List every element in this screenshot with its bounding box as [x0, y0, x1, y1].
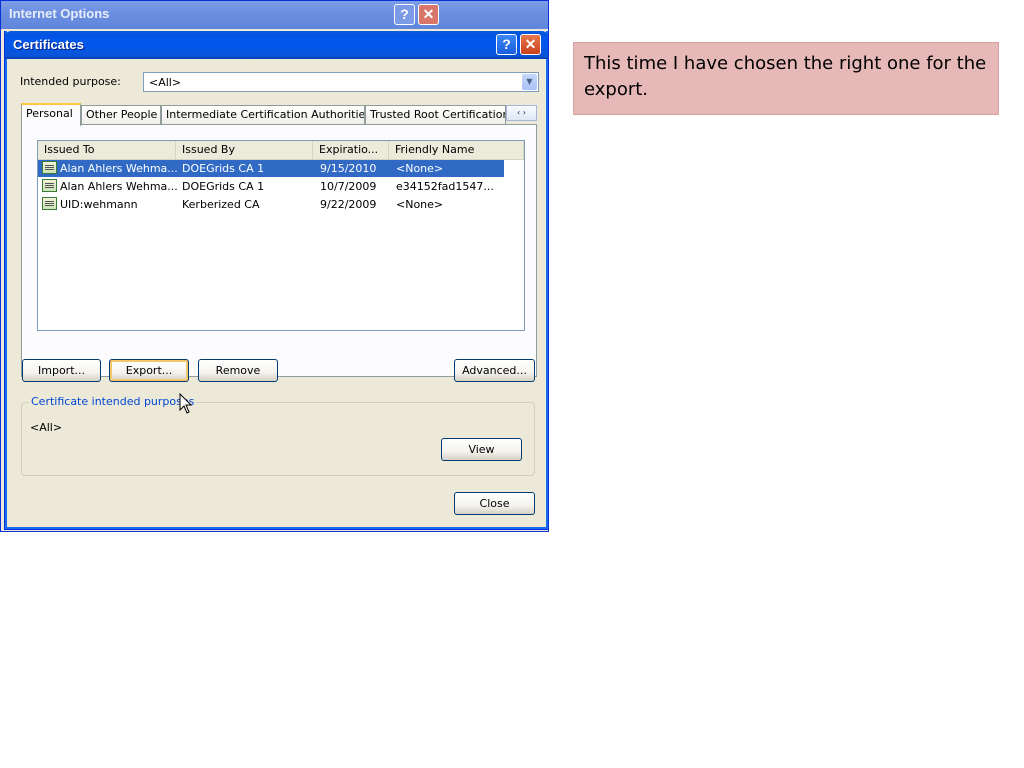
certificates-title-bar[interactable]: Certificates ? ✕: [5, 31, 548, 59]
cell-friendly-name: <None>: [396, 162, 444, 175]
cell-issued-to: Alan Ahlers Wehma...: [60, 180, 178, 193]
export-button[interactable]: Export...: [109, 359, 189, 382]
cell-friendly-name: e34152fad1547...: [396, 180, 494, 193]
certificate-icon: [42, 161, 57, 174]
column-friendly-name[interactable]: Friendly Name: [389, 141, 524, 159]
chevron-down-icon[interactable]: ▼: [522, 74, 537, 90]
intended-purposes-value: <All>: [30, 421, 63, 434]
cell-issued-to: UID:wehmann: [60, 198, 138, 211]
table-row[interactable]: Alan Ahlers Wehma... DOEGrids CA 1 10/7/…: [38, 178, 504, 195]
intended-purposes-group-title: Certificate intended purposes: [29, 395, 197, 408]
cell-issued-by: Kerberized CA: [182, 198, 260, 211]
mouse-pointer-icon: [179, 393, 193, 414]
cell-issued-by: DOEGrids CA 1: [182, 180, 265, 193]
cell-friendly-name: <None>: [396, 198, 444, 211]
column-issued-by[interactable]: Issued By: [176, 141, 313, 159]
annotation-note: This time I have chosen the right one fo…: [573, 42, 999, 115]
tab-intermediate-ca[interactable]: Intermediate Certification Authorities: [161, 105, 365, 124]
view-button[interactable]: View: [441, 438, 522, 461]
intended-purpose-select[interactable]: <All> ▼: [143, 72, 539, 92]
internet-options-title-bar[interactable]: Internet Options ? ✕: [1, 1, 548, 29]
certificate-icon: [42, 179, 57, 192]
certificate-list[interactable]: Issued To Issued By Expiratio... Friendl…: [37, 140, 525, 331]
certificates-dialog: Certificates ? ✕ Intended purpose: <All>…: [4, 31, 549, 530]
internet-options-close-button[interactable]: ✕: [418, 4, 439, 25]
tab-personal[interactable]: Personal: [21, 103, 81, 126]
internet-options-title: Internet Options: [9, 6, 110, 21]
internet-options-help-button[interactable]: ?: [394, 4, 415, 25]
remove-button[interactable]: Remove: [198, 359, 278, 382]
help-button[interactable]: ?: [496, 34, 517, 55]
certificate-icon: [42, 197, 57, 210]
intended-purpose-value: <All>: [149, 76, 182, 89]
certificates-title: Certificates: [13, 37, 84, 52]
cell-issued-to: Alan Ahlers Wehma...: [60, 162, 178, 175]
tab-other-people[interactable]: Other People: [81, 105, 161, 124]
table-row[interactable]: UID:wehmann Kerberized CA 9/22/2009 <Non…: [38, 196, 504, 213]
advanced-button[interactable]: Advanced...: [454, 359, 535, 382]
certificate-tabs: Personal Other People Intermediate Certi…: [21, 103, 537, 126]
cell-issued-by: DOEGrids CA 1: [182, 162, 265, 175]
import-button[interactable]: Import...: [22, 359, 101, 382]
cell-expiration: 9/15/2010: [320, 162, 377, 175]
cell-expiration: 10/7/2009: [320, 180, 377, 193]
cell-expiration: 9/22/2009: [320, 198, 377, 211]
tab-trusted-root-ca[interactable]: Trusted Root Certification Authorities: [365, 105, 506, 124]
column-issued-to[interactable]: Issued To: [38, 141, 176, 159]
close-button[interactable]: Close: [454, 492, 535, 515]
table-row[interactable]: Alan Ahlers Wehma... DOEGrids CA 1 9/15/…: [38, 160, 504, 177]
certificate-list-header: Issued To Issued By Expiratio... Friendl…: [38, 141, 524, 160]
close-icon-button[interactable]: ✕: [520, 34, 541, 55]
personal-tab-panel: Issued To Issued By Expiratio... Friendl…: [21, 124, 537, 377]
column-expiration[interactable]: Expiratio...: [313, 141, 389, 159]
tab-scroll-arrows[interactable]: ‹ ›: [506, 105, 537, 121]
intended-purpose-label: Intended purpose:: [20, 75, 121, 88]
